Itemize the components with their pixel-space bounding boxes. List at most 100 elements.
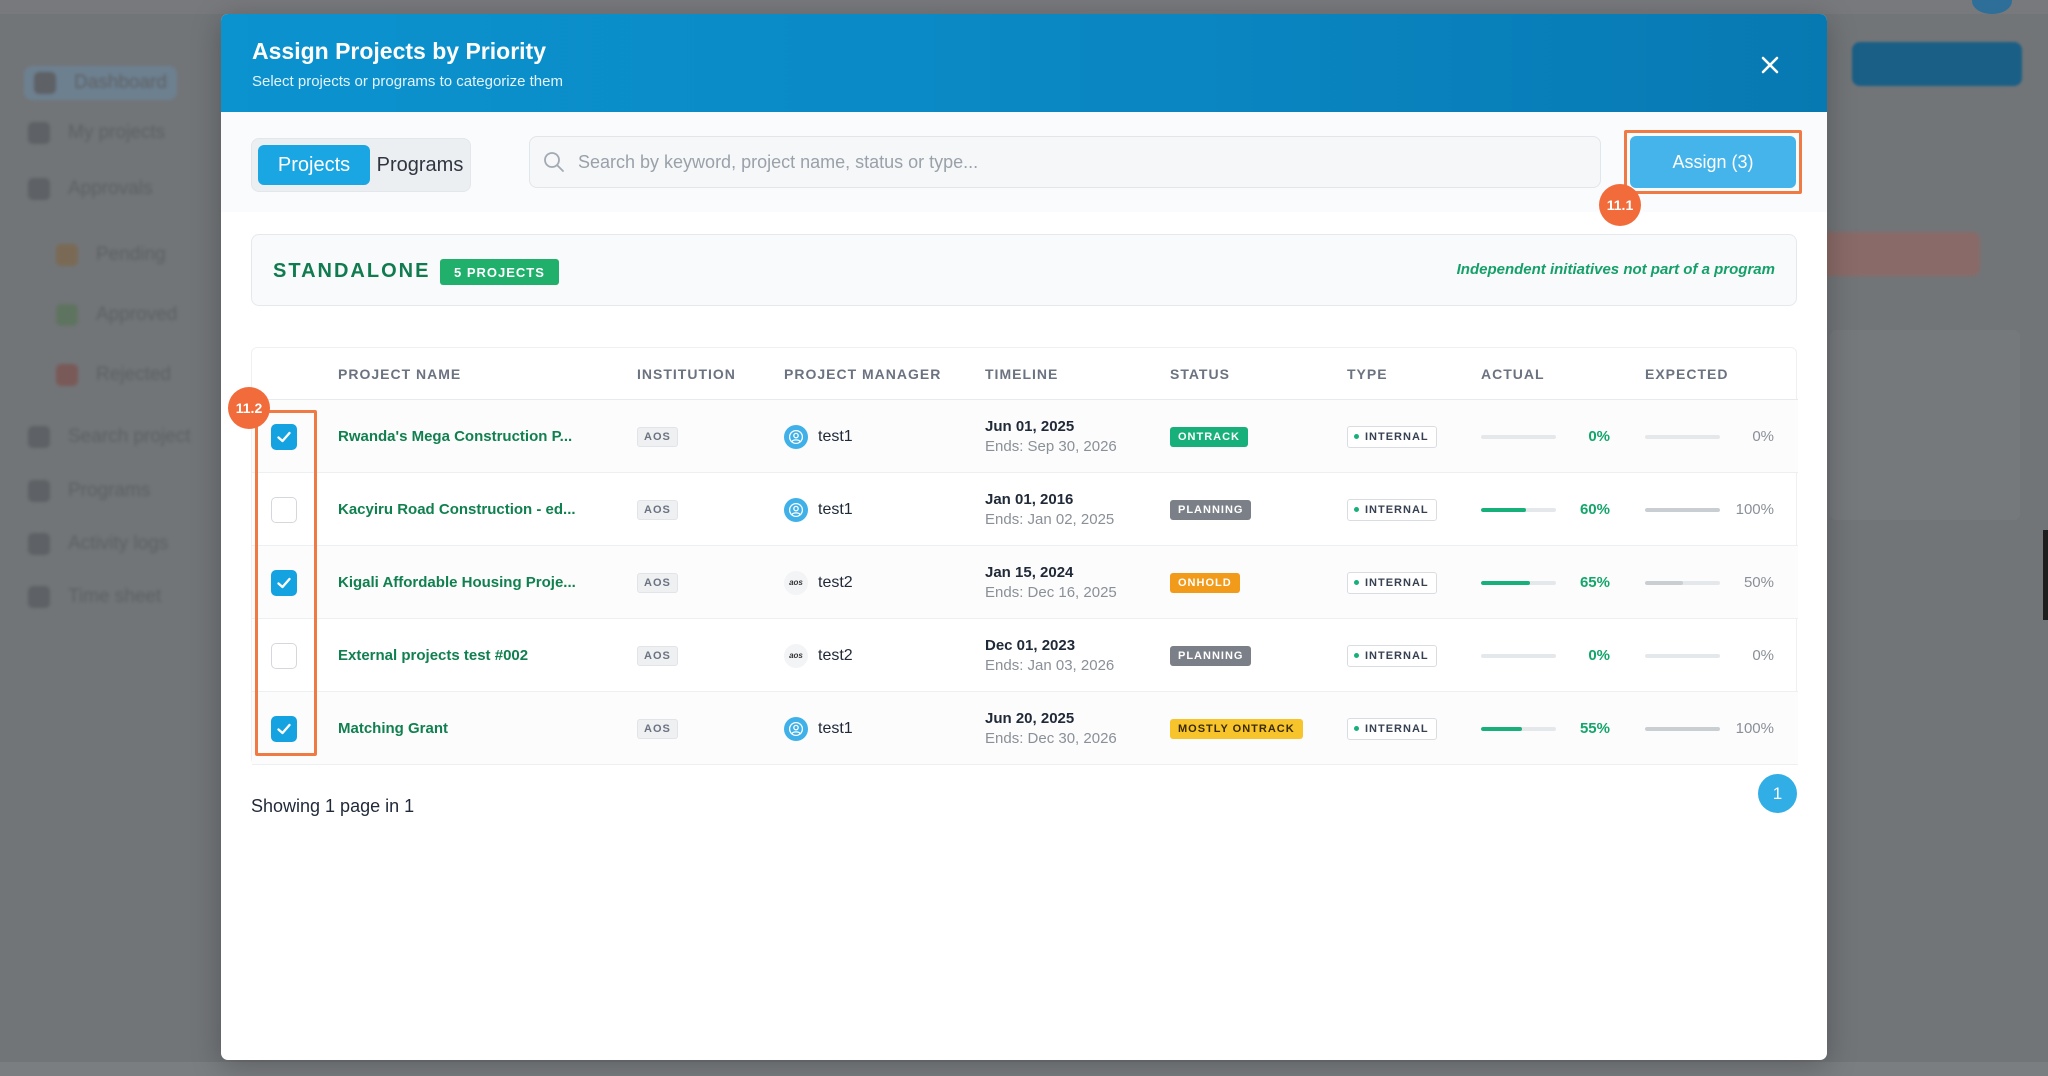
- expected-progress: 100%: [1645, 720, 1774, 737]
- actual-percent: 60%: [1579, 501, 1610, 518]
- actual-progress: 55%: [1481, 720, 1610, 737]
- expected-progress-bar: [1645, 580, 1720, 585]
- status-badge: PLANNING: [1170, 499, 1252, 520]
- user-avatar: [784, 424, 808, 449]
- institution-badge: AOS: [637, 645, 678, 666]
- timeline: Jun 01, 2025 Ends: Sep 30, 2026: [985, 418, 1117, 455]
- timeline-end: Ends: Sep 30, 2026: [985, 438, 1117, 455]
- manager-name: test1: [818, 427, 853, 445]
- actual-progress: 60%: [1481, 501, 1610, 518]
- actual-percent: 65%: [1579, 574, 1610, 591]
- status-badge: MOSTLY ONTRACK: [1170, 718, 1303, 739]
- status-badge: ONTRACK: [1170, 426, 1248, 447]
- timeline-end: Ends: Dec 16, 2025: [985, 584, 1117, 601]
- project-name-link[interactable]: Kacyiru Road Construction - ed...: [338, 501, 576, 518]
- type-dot-icon: [1354, 726, 1359, 731]
- column-header-expected[interactable]: EXPECTED: [1645, 348, 1728, 400]
- table-row[interactable]: Kacyiru Road Construction - ed... AOS test…: [252, 473, 1798, 546]
- project-manager: aos test2: [784, 570, 853, 595]
- checkbox-highlight-outline: [255, 410, 317, 756]
- timeline-start: Jan 01, 2016: [985, 491, 1074, 508]
- background-nav-item: My projects: [28, 122, 165, 144]
- search-box: [529, 136, 1601, 188]
- callout-badge-assign: 11.1: [1599, 184, 1641, 226]
- manager-name: test2: [818, 573, 853, 591]
- type-label: INTERNAL: [1365, 503, 1429, 516]
- project-name-link[interactable]: Matching Grant: [338, 720, 448, 737]
- timeline: Jun 20, 2025 Ends: Dec 30, 2026: [985, 710, 1117, 747]
- expected-progress: 100%: [1645, 501, 1774, 518]
- type-dot-icon: [1354, 653, 1359, 658]
- background-nav-item: Approvals: [28, 178, 153, 200]
- expected-progress: 50%: [1645, 574, 1774, 591]
- column-header-institution[interactable]: INSTITUTION: [637, 348, 736, 400]
- project-manager: test1: [784, 424, 853, 449]
- close-button[interactable]: [1755, 50, 1785, 80]
- background-nav-item: Pending: [56, 244, 166, 266]
- table-row[interactable]: Rwanda's Mega Construction P... AOS test1 J…: [252, 400, 1798, 473]
- column-header-project-manager[interactable]: PROJECT MANAGER: [784, 348, 941, 400]
- project-manager: aos test2: [784, 643, 853, 668]
- tab-programs[interactable]: Programs: [372, 145, 468, 185]
- modal-toolbar: Projects Programs Assign (3) 11.1: [221, 112, 1827, 226]
- project-manager: test1: [784, 716, 853, 741]
- type-label: INTERNAL: [1365, 722, 1429, 735]
- background-bottom: [0, 1062, 2048, 1076]
- type-dot-icon: [1354, 434, 1359, 439]
- institution-badge: AOS: [637, 426, 678, 447]
- expected-progress-bar: [1645, 726, 1720, 731]
- expected-percent: 50%: [1743, 574, 1774, 591]
- project-name-link[interactable]: Kigali Affordable Housing Proje...: [338, 574, 576, 591]
- timeline-start: Jun 20, 2025: [985, 710, 1075, 727]
- expected-progress: 0%: [1645, 428, 1774, 445]
- manager-name: test1: [818, 500, 853, 518]
- background-panel: [1830, 330, 2020, 520]
- table-row[interactable]: Matching Grant AOS test1 Jun 20, 2025 Ends: …: [252, 692, 1798, 765]
- column-header-project-name[interactable]: PROJECT NAME: [338, 348, 461, 400]
- logo-avatar: aos: [784, 570, 808, 595]
- table-header: PROJECT NAME INSTITUTION PROJECT MANAGER…: [252, 348, 1798, 400]
- actual-progress-bar: [1481, 434, 1556, 439]
- user-avatar: [784, 716, 808, 741]
- background-nav-item: Approved: [56, 304, 177, 326]
- tab-projects[interactable]: Projects: [258, 145, 370, 185]
- search-icon: [544, 152, 564, 172]
- pagination-page-button[interactable]: 1: [1758, 774, 1797, 813]
- actual-percent: 55%: [1579, 720, 1610, 737]
- callout-badge-checkboxes: 11.2: [228, 387, 270, 429]
- column-header-actual[interactable]: ACTUAL: [1481, 348, 1545, 400]
- column-header-timeline[interactable]: TIMELINE: [985, 348, 1058, 400]
- modal-header: Assign Projects by Priority Select proje…: [221, 14, 1827, 112]
- project-name-link[interactable]: Rwanda's Mega Construction P...: [338, 428, 572, 445]
- expected-percent: 100%: [1735, 501, 1774, 518]
- type-label: INTERNAL: [1365, 576, 1429, 589]
- institution-badge: AOS: [637, 572, 678, 593]
- institution-badge: AOS: [637, 718, 678, 739]
- table-row[interactable]: Kigali Affordable Housing Proje... AOS aos…: [252, 546, 1798, 619]
- user-avatar: [784, 497, 808, 522]
- user-icon: [788, 429, 804, 444]
- table-row[interactable]: External projects test #002 AOS aos test2 De…: [252, 619, 1798, 692]
- timeline-end: Ends: Dec 30, 2026: [985, 730, 1117, 747]
- type-badge: INTERNAL: [1347, 425, 1437, 448]
- status-badge: PLANNING: [1170, 645, 1252, 666]
- project-name-link[interactable]: External projects test #002: [338, 647, 528, 664]
- actual-progress-bar: [1481, 507, 1556, 512]
- assign-button[interactable]: Assign (3): [1630, 136, 1796, 188]
- assign-projects-modal: Assign Projects by Priority Select proje…: [221, 14, 1827, 1060]
- standalone-group-header: STANDALONE 5 PROJECTS Independent initia…: [251, 234, 1797, 306]
- column-header-status[interactable]: STATUS: [1170, 348, 1230, 400]
- background-nav-item: Rejected: [56, 364, 171, 386]
- column-header-type[interactable]: TYPE: [1347, 348, 1388, 400]
- background-nav-item: Time sheet: [28, 586, 161, 608]
- timeline: Jan 15, 2024 Ends: Dec 16, 2025: [985, 564, 1117, 601]
- manager-name: test2: [818, 646, 853, 664]
- user-icon: [788, 502, 804, 517]
- project-manager: test1: [784, 497, 853, 522]
- pagination-summary: Showing 1 page in 1: [251, 796, 415, 816]
- search-input[interactable]: [578, 151, 1578, 173]
- logo-avatar: aos: [784, 643, 808, 668]
- actual-progress: 0%: [1481, 428, 1610, 445]
- type-label: INTERNAL: [1365, 430, 1429, 443]
- actual-progress-bar: [1481, 580, 1556, 585]
